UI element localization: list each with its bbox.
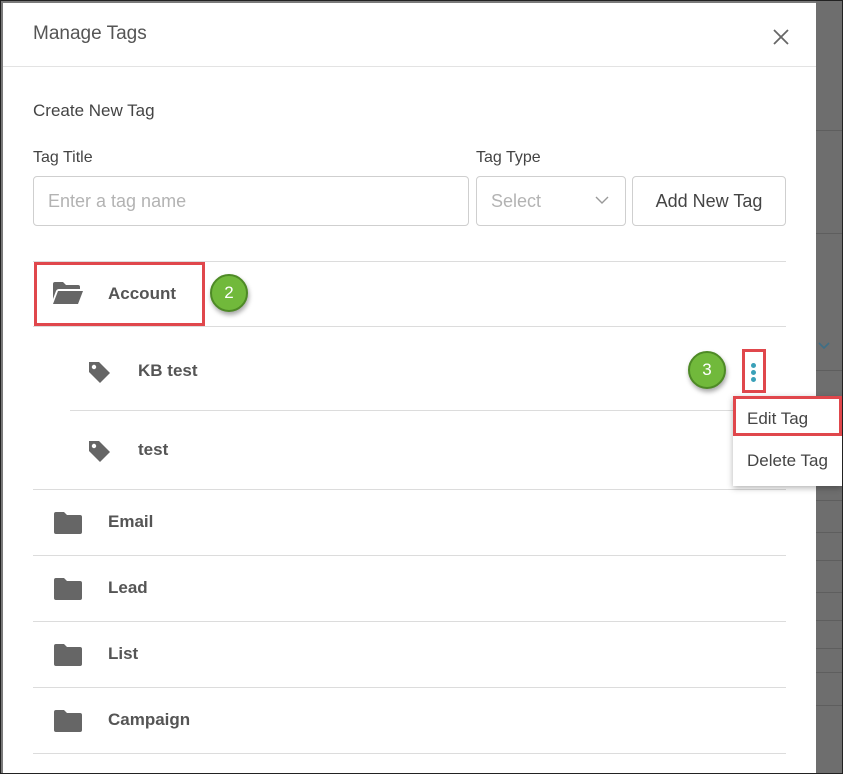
backdrop-divider <box>816 560 843 561</box>
list-divider <box>70 410 786 411</box>
modal-title: Manage Tags <box>33 23 147 44</box>
backdrop-divider <box>816 233 843 234</box>
list-divider <box>33 489 786 490</box>
list-divider <box>33 687 786 688</box>
page-backdrop <box>816 0 843 774</box>
tag-icon <box>89 441 110 462</box>
delete-tag-menu-item[interactable]: Delete Tag <box>733 441 842 481</box>
tag-label: test <box>138 440 169 459</box>
list-divider <box>33 621 786 622</box>
step-badge-2: 2 <box>210 274 248 312</box>
tag-actions-menu: Edit Tag Delete Tag <box>733 396 842 486</box>
backdrop-divider <box>816 592 843 593</box>
backdrop-divider <box>816 620 843 621</box>
list-divider <box>33 326 786 327</box>
folder-icon <box>54 644 82 666</box>
create-section-title: Create New Tag <box>33 101 155 120</box>
edit-tag-menu-item[interactable]: Edit Tag <box>733 399 842 439</box>
tag-label: KB test <box>138 361 198 380</box>
add-new-tag-button[interactable]: Add New Tag <box>632 176 786 226</box>
list-divider <box>33 555 786 556</box>
folder-icon <box>54 578 82 600</box>
folder-label: Email <box>108 512 154 531</box>
backdrop-divider <box>816 672 843 673</box>
folder-label: Campaign <box>108 710 191 729</box>
tag-type-selected-value: Select <box>491 191 542 211</box>
folder-open-icon <box>53 282 83 304</box>
backdrop-chevron-icon <box>818 340 830 352</box>
folder-label: Account <box>108 284 176 303</box>
close-button[interactable] <box>767 23 795 51</box>
tag-type-label: Tag Type <box>476 149 541 166</box>
step-badge-3: 3 <box>688 351 726 389</box>
backdrop-divider <box>816 370 843 371</box>
kebab-dot <box>751 377 756 382</box>
backdrop-divider <box>816 130 843 131</box>
modal-header: Manage Tags <box>3 3 816 67</box>
backdrop-divider <box>816 500 843 501</box>
backdrop-divider <box>816 705 843 706</box>
tag-icon <box>89 362 110 383</box>
tag-type-select[interactable]: Select <box>476 176 626 226</box>
folder-label: List <box>108 644 139 663</box>
folder-icon <box>54 710 82 732</box>
chevron-down-icon <box>595 196 609 204</box>
list-divider <box>33 753 786 754</box>
tag-actions-button[interactable] <box>742 351 766 393</box>
kebab-menu-icon <box>751 363 756 368</box>
manage-tags-modal: Manage Tags Create New Tag Tag Title Tag… <box>3 3 816 774</box>
backdrop-divider <box>816 648 843 649</box>
tag-title-input[interactable] <box>33 176 469 226</box>
folder-icon <box>54 512 82 534</box>
tag-title-label: Tag Title <box>33 149 93 166</box>
folder-label: Lead <box>108 578 148 597</box>
close-icon <box>773 29 789 45</box>
kebab-dot <box>751 370 756 375</box>
backdrop-divider <box>816 532 843 533</box>
list-divider <box>33 261 786 262</box>
